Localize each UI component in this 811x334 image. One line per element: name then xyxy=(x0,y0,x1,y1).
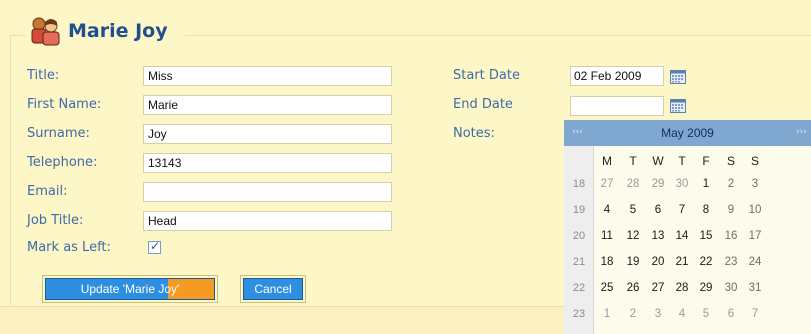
start-date-input[interactable]: 02 Feb 2009 xyxy=(570,66,664,86)
calendar-month-title[interactable]: May 2009 xyxy=(564,126,811,140)
calendar-day[interactable]: 10 xyxy=(744,204,766,216)
calendar-day[interactable]: 27 xyxy=(647,282,669,294)
week-number: 18 xyxy=(572,178,586,190)
update-button[interactable]: Update 'Marie Joy' xyxy=(45,278,215,300)
weekday-header: T xyxy=(678,154,686,168)
next-month-icon[interactable]: ››› xyxy=(796,127,807,137)
calendar-day[interactable]: 29 xyxy=(695,282,717,294)
page-title: Marie Joy xyxy=(68,20,168,42)
telephone-input[interactable]: 13143 xyxy=(143,153,392,173)
calendar-day[interactable]: 5 xyxy=(622,204,644,216)
calendar-day[interactable]: 28 xyxy=(671,282,693,294)
weekday-header: M xyxy=(602,154,612,168)
calendar-day[interactable]: 7 xyxy=(744,308,766,320)
email-input[interactable] xyxy=(143,182,392,202)
mark-as-left-label: Mark as Left: xyxy=(27,240,111,255)
frame-line-left xyxy=(10,35,11,305)
calendar-day[interactable]: 6 xyxy=(647,204,669,216)
title-label: Title: xyxy=(27,68,60,83)
telephone-label: Telephone: xyxy=(27,155,98,170)
weekday-header: T xyxy=(629,154,637,168)
calendar-day[interactable]: 7 xyxy=(671,204,693,216)
week-number: 21 xyxy=(572,256,586,268)
weekday-header: F xyxy=(702,154,710,168)
frame-line xyxy=(10,35,26,36)
calendar-day[interactable]: 16 xyxy=(720,230,742,242)
calendar-day[interactable]: 6 xyxy=(720,308,742,320)
week-number: 22 xyxy=(572,282,586,294)
calendar-day[interactable]: 3 xyxy=(744,178,766,190)
start-date-label: Start Date xyxy=(453,68,520,83)
email-label: Email: xyxy=(27,184,68,199)
job-title-label: Job Title: xyxy=(27,213,84,228)
users-icon xyxy=(28,14,62,48)
calendar-day[interactable]: 3 xyxy=(647,308,669,320)
calendar-day[interactable]: 21 xyxy=(671,256,693,268)
frame-line-top xyxy=(185,35,811,36)
check-icon: ✓ xyxy=(150,239,161,253)
calendar-day[interactable]: 12 xyxy=(622,230,644,242)
calendar-day[interactable]: 15 xyxy=(695,230,717,242)
calendar-day[interactable]: 31 xyxy=(744,282,766,294)
surname-input[interactable]: Joy xyxy=(143,124,392,144)
weekday-header: S xyxy=(750,154,759,168)
calendar-day[interactable]: 11 xyxy=(596,230,618,242)
calendar-day[interactable]: 19 xyxy=(622,256,644,268)
calendar-day[interactable]: 30 xyxy=(720,282,742,294)
title-input[interactable]: Miss xyxy=(143,66,392,86)
cancel-button[interactable]: Cancel xyxy=(243,278,303,300)
job-title-input[interactable]: Head xyxy=(143,211,392,231)
first-name-label: First Name: xyxy=(27,97,102,112)
calendar-icon[interactable] xyxy=(670,69,686,84)
calendar-icon[interactable] xyxy=(670,98,686,113)
end-date-input[interactable] xyxy=(570,96,664,116)
calendar-day[interactable]: 27 xyxy=(596,178,618,190)
calendar-day[interactable]: 25 xyxy=(596,282,618,294)
calendar-day[interactable]: 8 xyxy=(695,204,717,216)
calendar-day[interactable]: 17 xyxy=(744,230,766,242)
calendar-day[interactable]: 29 xyxy=(647,178,669,190)
calendar-day[interactable]: 24 xyxy=(744,256,766,268)
notes-label: Notes: xyxy=(453,126,495,141)
calendar-day[interactable]: 14 xyxy=(671,230,693,242)
weekday-header: W xyxy=(652,154,664,168)
calendar-day[interactable]: 9 xyxy=(720,204,742,216)
page-title-wrap: Marie Joy xyxy=(28,14,168,48)
calendar-day[interactable]: 4 xyxy=(671,308,693,320)
mark-as-left-checkbox[interactable]: ✓ xyxy=(148,239,161,254)
calendar-day[interactable]: 2 xyxy=(622,308,644,320)
calendar-day[interactable]: 22 xyxy=(695,256,717,268)
update-button-label: Update 'Marie Joy' xyxy=(80,282,180,296)
week-number: 19 xyxy=(572,204,586,216)
calendar-day[interactable]: 20 xyxy=(647,256,669,268)
calendar-day[interactable]: 28 xyxy=(622,178,644,190)
calendar-day[interactable]: 13 xyxy=(647,230,669,242)
first-name-input[interactable]: Marie xyxy=(143,95,392,115)
calendar-day[interactable]: 2 xyxy=(720,178,742,190)
calendar-day[interactable]: 23 xyxy=(720,256,742,268)
week-number: 20 xyxy=(572,230,586,242)
weekday-header: S xyxy=(726,154,735,168)
calendar-day[interactable]: 30 xyxy=(671,178,693,190)
calendar-day[interactable]: 5 xyxy=(695,308,717,320)
calendar-day[interactable]: 1 xyxy=(596,308,618,320)
date-picker-calendar: ‹‹‹ May 2009 ››› M T W T F S S 18 27 28 29 30 1 2 3 19 4… xyxy=(564,120,811,334)
calendar-day[interactable]: 4 xyxy=(596,204,618,216)
end-date-label: End Date xyxy=(453,97,513,112)
calendar-day[interactable]: 1 xyxy=(695,178,717,190)
calendar-day[interactable]: 26 xyxy=(622,282,644,294)
week-number: 23 xyxy=(572,308,586,320)
calendar-day[interactable]: 18 xyxy=(596,256,618,268)
surname-label: Surname: xyxy=(27,126,90,141)
